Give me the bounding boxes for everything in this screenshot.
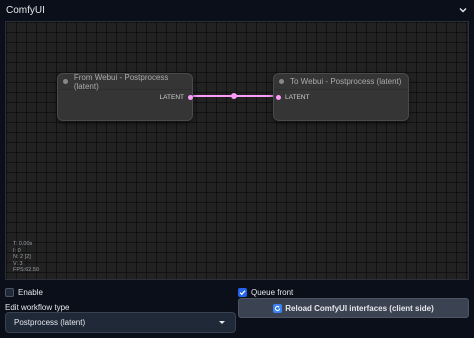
enable-checkbox[interactable] bbox=[5, 288, 14, 297]
queue-front-checkbox[interactable] bbox=[238, 288, 247, 297]
reload-icon bbox=[273, 303, 283, 313]
graph-stats: T: 0.00s I: 0 N: 2 [2] V: 3 FPS:62.50 bbox=[13, 241, 39, 274]
workflow-type-value: Postprocess (latent) bbox=[14, 318, 86, 327]
node-title: From Webui - Postprocess (latent) bbox=[73, 72, 169, 91]
node-link bbox=[193, 93, 280, 99]
enable-label: Enable bbox=[18, 288, 43, 297]
link-center-dot bbox=[231, 93, 237, 99]
queue-front-label: Queue front bbox=[251, 288, 294, 297]
panel-title: ComfyUI bbox=[6, 4, 45, 16]
input-slot-dot[interactable] bbox=[276, 95, 281, 100]
chevron-down-icon[interactable] bbox=[458, 5, 468, 15]
chevron-down-icon bbox=[219, 321, 225, 324]
node-to-webui[interactable]: To Webui - Postprocess (latent) LATENT bbox=[273, 73, 409, 121]
node-collapse-dot[interactable] bbox=[279, 79, 284, 84]
node-title-bar[interactable]: From Webui - Postprocess (latent) bbox=[58, 72, 192, 91]
stat-fps: FPS:62.50 bbox=[13, 267, 39, 273]
reload-interfaces-button[interactable]: Reload ComfyUI interfaces (client side) bbox=[238, 298, 469, 318]
output-slot-latent[interactable]: LATENT bbox=[159, 94, 193, 101]
input-slot-label: LATENT bbox=[285, 94, 310, 101]
node-graph-canvas[interactable]: From Webui - Postprocess (latent) LATENT… bbox=[5, 21, 469, 280]
reload-button-label: Reload ComfyUI interfaces (client side) bbox=[285, 303, 434, 313]
node-title: To Webui - Postprocess (latent) bbox=[290, 77, 402, 86]
output-slot-dot[interactable] bbox=[188, 95, 193, 100]
output-slot-label: LATENT bbox=[159, 94, 184, 101]
comfyui-panel: ComfyUI From Webui - Postprocess (latent… bbox=[0, 0, 474, 338]
input-slot-latent[interactable]: LATENT bbox=[274, 94, 309, 101]
workflow-type-dropdown[interactable]: Postprocess (latent) bbox=[5, 312, 236, 333]
checkmark-icon bbox=[239, 290, 246, 296]
workflow-type-label: Edit workflow type bbox=[5, 303, 70, 312]
node-from-webui[interactable]: From Webui - Postprocess (latent) LATENT bbox=[57, 73, 193, 121]
node-title-bar[interactable]: To Webui - Postprocess (latent) bbox=[274, 74, 408, 90]
node-collapse-dot[interactable] bbox=[63, 79, 68, 84]
accordion-header[interactable]: ComfyUI bbox=[0, 0, 474, 20]
